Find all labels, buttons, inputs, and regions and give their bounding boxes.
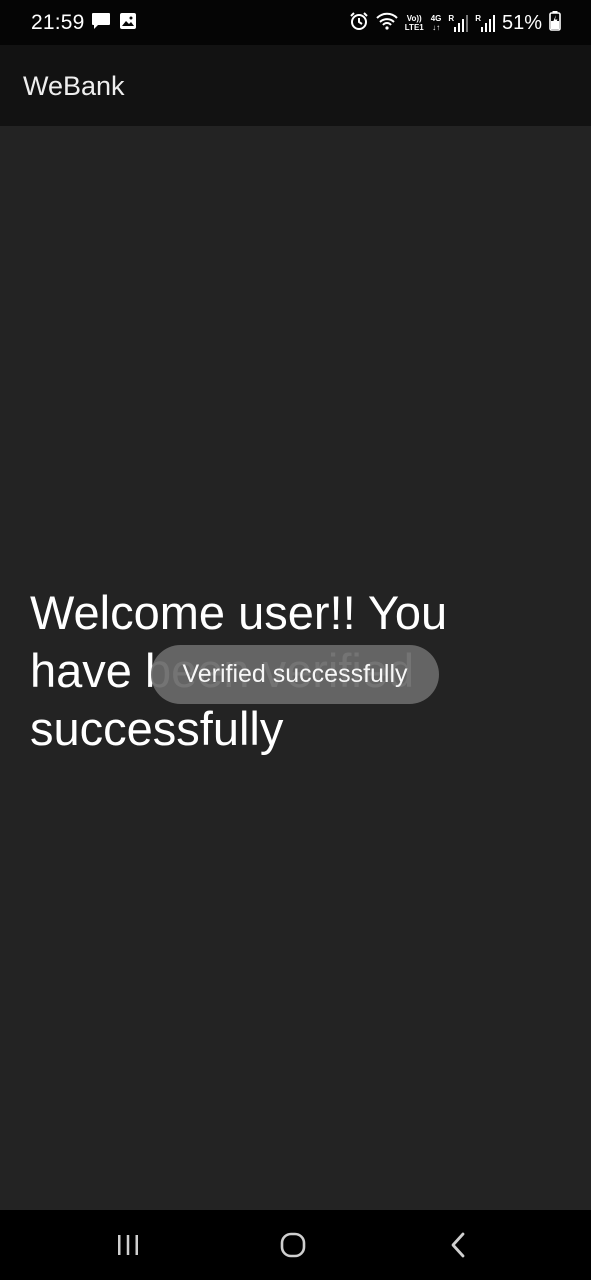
status-notification-icons (91, 12, 137, 35)
status-bar: 21:59 Vo)) LTE1 4G ↓↑ R R 51% (0, 0, 591, 45)
recents-icon (118, 1235, 138, 1255)
signal-icon-2: R (475, 14, 495, 32)
message-icon (91, 12, 111, 35)
main-content: Welcome user!! You have been verified su… (0, 126, 591, 1210)
battery-icon (549, 10, 561, 36)
alarm-icon (349, 11, 369, 36)
recents-button[interactable] (108, 1227, 148, 1263)
network-4g-label: 4G (430, 14, 442, 23)
volte-label: Vo)) (406, 14, 422, 23)
network-4g-indicator: 4G ↓↑ (431, 14, 442, 32)
battery-percentage: 51% (501, 12, 542, 34)
data-arrows-icon: ↓↑ (432, 23, 441, 32)
screen: 21:59 Vo)) LTE1 4G ↓↑ R R 51% WeBank Wel… (0, 0, 591, 1280)
wifi-icon (376, 12, 398, 35)
app-bar: WeBank (0, 45, 591, 126)
status-system-icons: Vo)) LTE1 4G ↓↑ R R 51% (349, 10, 561, 36)
toast-notification: Verified successfully (151, 645, 439, 704)
volte-indicator: Vo)) LTE1 (405, 14, 424, 32)
back-icon (451, 1232, 465, 1258)
lte-label: LTE1 (404, 23, 424, 32)
home-icon (280, 1232, 306, 1258)
image-icon (119, 12, 137, 35)
app-title: WeBank (23, 71, 125, 101)
back-button[interactable] (439, 1227, 479, 1263)
navigation-bar (0, 1210, 591, 1280)
status-time: 21:59 (31, 11, 85, 34)
signal-icon-1: R (448, 14, 469, 32)
home-button[interactable] (273, 1227, 313, 1263)
